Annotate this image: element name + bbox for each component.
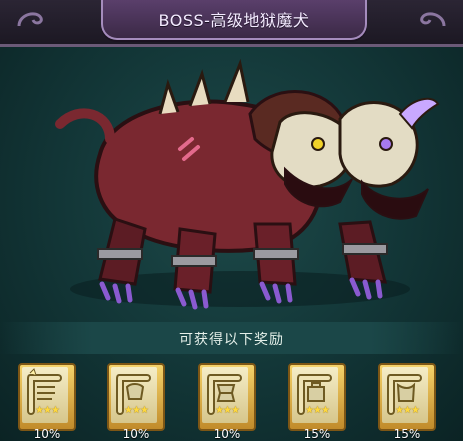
rewards-title: 可获得以下奖励 (179, 332, 284, 348)
boss-panel: BOSS-高级地狱魔犬 可获得以下奖励 ★★★ 10% ★★★ 10% ★★★ … (0, 0, 463, 441)
boss-hellhound-art (55, 58, 440, 310)
reward-item-4[interactable]: ★★★ 15% (288, 363, 346, 441)
reward-drop-rate: 10% (122, 427, 150, 441)
reward-stars: ★★★ (215, 405, 240, 416)
reward-item-1[interactable]: ★★★ 10% (18, 363, 76, 441)
reward-item-2[interactable]: ★★★ 10% (107, 363, 165, 441)
reward-stars: ★★★ (35, 405, 60, 416)
reward-stars: ★★★ (124, 405, 149, 416)
reward-stars: ★★★ (305, 405, 330, 416)
reward-drop-rate: 10% (33, 427, 61, 441)
reward-stars: ★★★ (395, 405, 420, 416)
title-plate: BOSS-高级地狱魔犬 (101, 0, 367, 40)
ornament-swirl-right-icon (420, 12, 446, 27)
ornament-swirl-left-icon (17, 12, 43, 27)
reward-item-5[interactable]: ★★★ 15% (378, 363, 436, 441)
reward-drop-rate: 10% (213, 427, 241, 441)
reward-drop-rate: 15% (393, 427, 421, 441)
reward-drop-rate: 15% (303, 427, 331, 441)
boss-title: BOSS-高级地狱魔犬 (158, 11, 310, 30)
reward-item-3[interactable]: ★★★ 10% (198, 363, 256, 441)
rewards-list: ★★★ 10% ★★★ 10% ★★★ 10% ★★★ 15% ★★★ 15% (0, 363, 463, 441)
